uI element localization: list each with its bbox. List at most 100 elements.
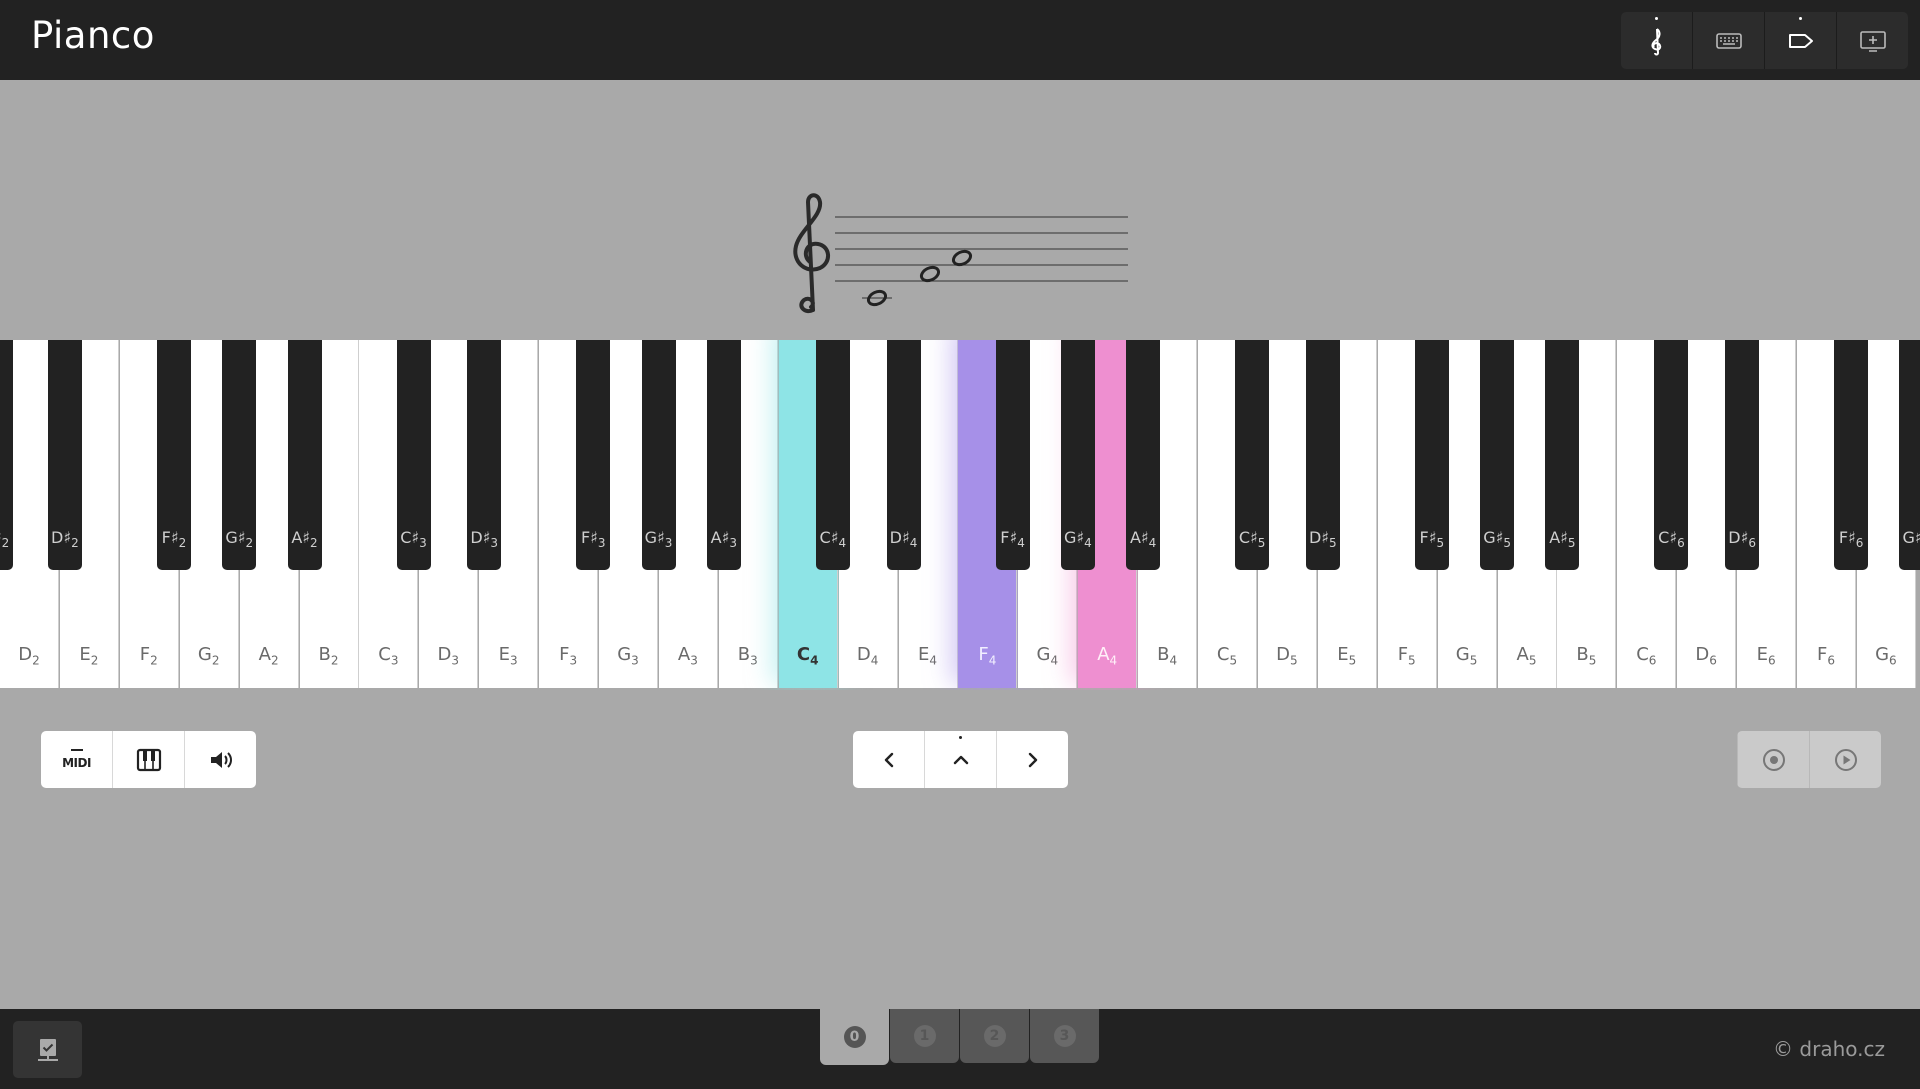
black-key-as2[interactable]: A♯2: [287, 340, 322, 570]
black-key-ds3[interactable]: D♯3: [467, 340, 502, 570]
key-label: D♯4: [889, 527, 918, 550]
key-label: C♯4: [819, 527, 847, 550]
key-label: C3: [378, 644, 399, 668]
record-controls: [1737, 731, 1881, 788]
key-label: C♯2: [0, 528, 10, 550]
key-label: D4: [856, 644, 879, 668]
black-key-fs5[interactable]: F♯5: [1414, 340, 1449, 570]
black-key-cs4[interactable]: C♯4: [815, 340, 850, 570]
black-key[interactable]: C♯2: [0, 340, 13, 570]
black-key-cs5[interactable]: C♯5: [1235, 340, 1270, 570]
chevron-right-icon: [1028, 752, 1037, 767]
black-key-cs6[interactable]: C♯6: [1654, 340, 1689, 570]
piano-keyboard: C♯2 D2 D♯2 E2 F2 F♯2 G2 G♯2 A2 A♯2 B2 C3 C♯3 D3 D♯3 E3 F…: [0, 340, 1920, 690]
display-button[interactable]: [1836, 12, 1908, 69]
top-bar: Pianco: [0, 0, 1920, 80]
record-icon: [1762, 748, 1785, 771]
key-label: D3: [437, 644, 460, 668]
key-label: F♯2: [161, 527, 187, 550]
key-label: A♯3: [710, 527, 737, 550]
key-label: G6: [1875, 644, 1897, 668]
key-label: D♯2: [51, 527, 79, 550]
play-icon: [1834, 748, 1857, 771]
key-label: C6: [1636, 644, 1657, 668]
next-button[interactable]: [996, 731, 1068, 788]
notation-button[interactable]: [1621, 12, 1692, 69]
key-label: C4: [796, 644, 819, 668]
previous-button[interactable]: [853, 731, 924, 788]
key-label: E3: [498, 644, 518, 668]
keyboard-button[interactable]: [1692, 12, 1764, 69]
key-label: G♯5: [1483, 527, 1512, 550]
session-tabs: 0 1 2 3: [820, 1009, 1100, 1065]
display-add-icon: [1859, 30, 1886, 52]
key-label: B5: [1576, 644, 1597, 668]
treble-clef: [793, 193, 830, 313]
key-label: C♯5: [1238, 527, 1266, 550]
copyright: © draho.cz: [1773, 1037, 1885, 1061]
key-label: C♯6: [1658, 527, 1685, 550]
key-label: G3: [617, 644, 639, 668]
key-label: C5: [1216, 644, 1238, 668]
checklist-icon: [37, 1038, 58, 1061]
black-key-fs4[interactable]: F♯4: [995, 340, 1030, 570]
black-key-gs5[interactable]: G♯5: [1480, 340, 1515, 570]
black-key-ds5[interactable]: D♯5: [1305, 340, 1340, 570]
key-label: A5: [1516, 644, 1537, 668]
piano-keys-icon: [136, 748, 161, 771]
key-label: B4: [1157, 644, 1178, 668]
nav-controls: [853, 731, 1068, 788]
indicator-dot: [959, 736, 962, 739]
app-title: Pianco: [31, 14, 155, 57]
labels-button[interactable]: [1764, 12, 1836, 69]
black-key-as4[interactable]: A♯4: [1126, 340, 1161, 570]
indicator-dot: [1799, 17, 1802, 20]
key-label: E5: [1337, 644, 1357, 668]
tab-3[interactable]: 3: [1030, 1009, 1099, 1063]
play-button[interactable]: [1809, 731, 1881, 788]
black-key-fs3[interactable]: F♯3: [576, 340, 611, 570]
piano-keys-button[interactable]: [112, 731, 184, 788]
black-key-fs2[interactable]: F♯2: [156, 340, 191, 570]
tab-0[interactable]: 0: [820, 1009, 889, 1065]
black-key-fs6[interactable]: F♯6: [1834, 340, 1869, 570]
key-label: D♯6: [1728, 527, 1756, 550]
midi-button[interactable]: MIDI: [41, 731, 112, 788]
up-button[interactable]: [924, 731, 996, 788]
black-key-cs3[interactable]: C♯3: [396, 340, 431, 570]
key-label: F2: [139, 644, 158, 668]
key-label: G♯4: [1063, 527, 1092, 550]
key-label: G♯2: [225, 527, 254, 550]
key-label: G♯3: [644, 527, 673, 550]
black-key-as5[interactable]: A♯5: [1545, 340, 1580, 570]
key-label: F♯5: [1419, 527, 1445, 550]
input-controls: MIDI: [41, 731, 256, 788]
key-label: G5: [1455, 644, 1478, 668]
key-label: G4: [1036, 644, 1059, 668]
key-label: F3: [559, 644, 578, 668]
black-key-gs6[interactable]: G♯6: [1899, 340, 1920, 570]
label-icon: [1788, 33, 1813, 48]
key-label: F5: [1397, 644, 1416, 668]
keyboard-icon: [1715, 32, 1742, 49]
black-key-gs2[interactable]: G♯2: [222, 340, 257, 570]
black-key-as3[interactable]: A♯3: [706, 340, 741, 570]
black-key-gs3[interactable]: G♯3: [641, 340, 676, 570]
record-button[interactable]: [1737, 731, 1809, 788]
tab-2[interactable]: 2: [960, 1009, 1029, 1063]
tab-1[interactable]: 1: [890, 1009, 959, 1063]
midi-icon: MIDI: [62, 749, 91, 770]
key-label: F♯4: [1000, 527, 1025, 550]
black-key-gs4[interactable]: G♯4: [1060, 340, 1095, 570]
key-label: E4: [917, 644, 937, 668]
key-label: E6: [1756, 644, 1776, 668]
checklist-button[interactable]: [13, 1021, 82, 1078]
black-key-ds2[interactable]: D♯2: [47, 340, 82, 570]
indicator-dot: [1655, 17, 1658, 20]
key-label: D2: [18, 644, 40, 668]
volume-button[interactable]: [184, 731, 256, 788]
black-key-ds6[interactable]: D♯6: [1725, 340, 1760, 570]
key-label: A♯2: [291, 527, 318, 550]
black-key-ds4[interactable]: D♯4: [886, 340, 921, 570]
key-label: D♯3: [470, 527, 499, 550]
